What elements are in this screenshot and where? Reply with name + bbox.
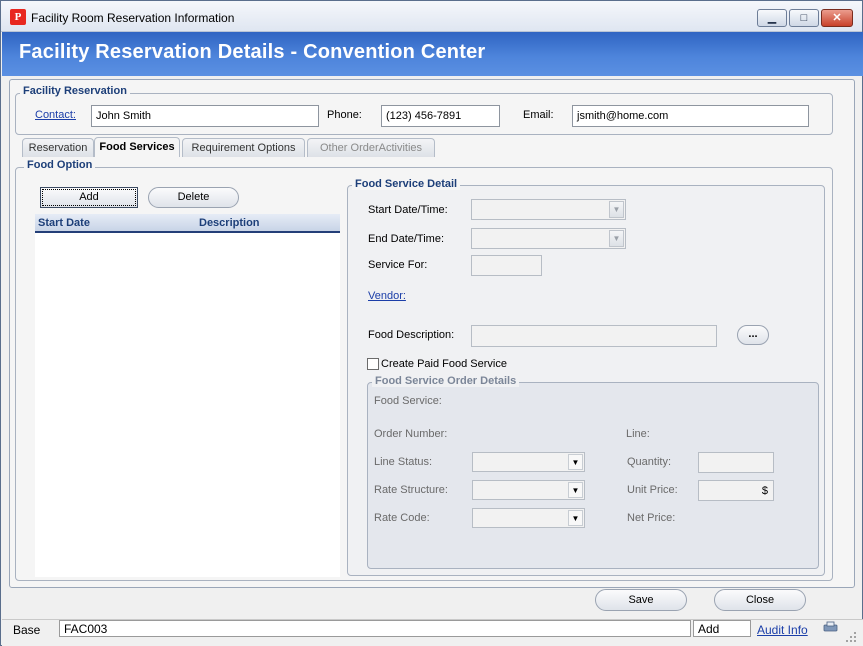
chevron-down-icon[interactable]: ▼: [568, 482, 583, 498]
line-label: Line:: [626, 428, 650, 440]
quantity-field[interactable]: [698, 452, 774, 473]
food-description-field[interactable]: [471, 325, 717, 347]
food-description-label: Food Description:: [368, 329, 455, 341]
tab-reservation[interactable]: Reservation: [22, 138, 94, 157]
facility-reservation-legend: Facility Reservation: [20, 85, 130, 97]
app-window: P Facility Room Reservation Information …: [0, 0, 863, 646]
save-button[interactable]: Save: [595, 589, 687, 611]
end-datetime-combo[interactable]: ▼: [471, 228, 626, 249]
close-button[interactable]: Close: [714, 589, 806, 611]
line-status-combo[interactable]: ▼: [472, 452, 585, 472]
tab-other-order-activities[interactable]: Other OrderActivities: [307, 138, 435, 157]
app-logo-icon: P: [10, 9, 26, 25]
window-title: Facility Room Reservation Information: [31, 11, 235, 25]
start-datetime-combo[interactable]: ▼: [471, 199, 626, 220]
audit-info-link[interactable]: Audit Info: [757, 623, 808, 637]
chevron-down-icon[interactable]: ▼: [609, 230, 624, 247]
chevron-down-icon[interactable]: ▼: [568, 510, 583, 526]
contact-field[interactable]: John Smith: [91, 105, 319, 127]
minimize-button[interactable]: ▁: [757, 9, 787, 27]
vendor-link[interactable]: Vendor:: [368, 290, 406, 302]
page-title: Facility Reservation Details - Conventio…: [19, 41, 486, 63]
service-for-label: Service For:: [368, 259, 428, 271]
service-for-field[interactable]: [471, 255, 542, 276]
chevron-down-icon[interactable]: ▼: [568, 454, 583, 470]
column-description[interactable]: Description: [199, 217, 260, 229]
order-details-legend: Food Service Order Details: [372, 375, 520, 387]
rate-code-label: Rate Code:: [374, 512, 430, 524]
phone-label: Phone:: [327, 109, 362, 121]
column-start-date[interactable]: Start Date: [38, 217, 90, 229]
record-code-field: FAC003: [59, 620, 691, 637]
food-option-list[interactable]: [35, 214, 340, 577]
chevron-down-icon[interactable]: ▼: [609, 201, 624, 218]
food-option-legend: Food Option: [24, 159, 96, 171]
email-field[interactable]: jsmith@home.com: [572, 105, 809, 127]
delete-button[interactable]: Delete: [148, 187, 239, 208]
add-button[interactable]: Add: [40, 187, 138, 208]
unit-price-field[interactable]: $: [698, 480, 774, 501]
start-datetime-label: Start Date/Time:: [368, 204, 448, 216]
resize-grip-icon[interactable]: [845, 631, 857, 643]
state-field: Add: [693, 620, 751, 637]
unit-price-label: Unit Price:: [627, 484, 678, 496]
tab-requirement-options[interactable]: Requirement Options: [182, 138, 305, 157]
browse-button[interactable]: ...: [737, 325, 769, 345]
email-label: Email:: [523, 109, 554, 121]
order-number-label: Order Number:: [374, 428, 448, 440]
create-paid-food-service-checkbox[interactable]: [367, 358, 379, 370]
maximize-button[interactable]: □: [789, 9, 819, 27]
phone-field[interactable]: (123) 456-7891: [381, 105, 500, 127]
food-service-label: Food Service:: [374, 395, 442, 407]
create-paid-food-service-label: Create Paid Food Service: [381, 358, 507, 370]
tab-food-services[interactable]: Food Services: [94, 137, 180, 157]
mode-label: Base: [13, 623, 41, 637]
rate-code-combo[interactable]: ▼: [472, 508, 585, 528]
contact-link[interactable]: Contact:: [35, 109, 76, 121]
close-window-button[interactable]: ✕: [821, 9, 853, 27]
rate-structure-combo[interactable]: ▼: [472, 480, 585, 500]
line-status-label: Line Status:: [374, 456, 433, 468]
net-price-label: Net Price:: [627, 512, 676, 524]
quantity-label: Quantity:: [627, 456, 672, 468]
end-datetime-label: End Date/Time:: [368, 233, 445, 245]
rate-structure-label: Rate Structure:: [374, 484, 448, 496]
printer-icon[interactable]: [823, 621, 838, 632]
food-service-detail-legend: Food Service Detail: [352, 178, 461, 190]
order-details-group: [367, 382, 819, 569]
